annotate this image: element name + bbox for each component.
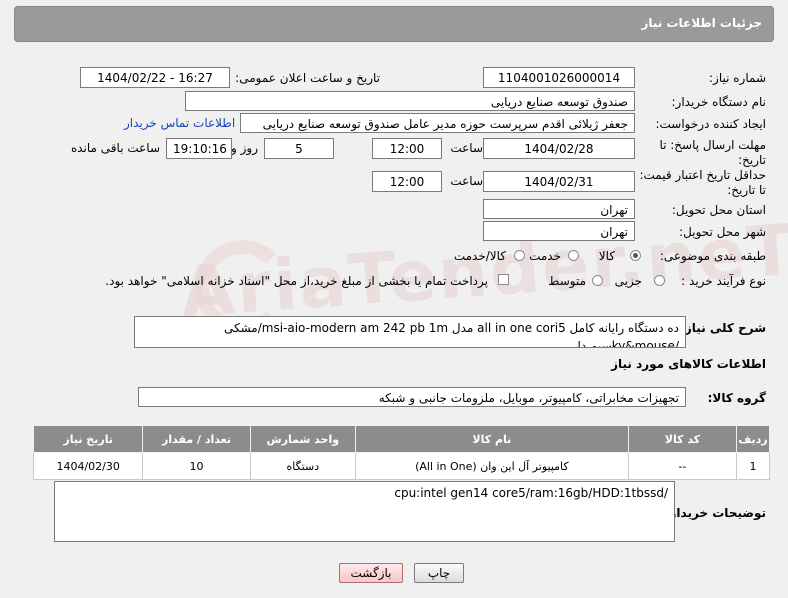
process-partial-label: جزیی bbox=[614, 274, 642, 288]
goods-section-title: اطلاعات کالاهای مورد نیاز bbox=[611, 357, 766, 371]
announce-date-field: 1404/02/22 - 16:27 bbox=[80, 67, 230, 88]
process-medium-radio[interactable] bbox=[592, 275, 603, 286]
col-unit: واحد شمارش bbox=[249, 425, 356, 453]
col-row: ردیف bbox=[736, 425, 770, 453]
validity-time-label: ساعت bbox=[450, 174, 483, 188]
province-label: استان محل تحویل: bbox=[671, 203, 766, 217]
category-goods-radio[interactable] bbox=[630, 250, 641, 261]
validity-time-field: 12:00 bbox=[372, 171, 442, 192]
requester-field: جعفر ژیلائی اقدم سرپرست حوزه مدیر عامل ص… bbox=[240, 113, 635, 133]
deadline-date-field: 1404/02/28 bbox=[483, 138, 635, 159]
print-button[interactable]: چاپ bbox=[414, 563, 464, 583]
cell-row: 1 bbox=[736, 452, 770, 480]
description-label: شرح کلی نیاز: bbox=[680, 321, 766, 335]
buyer-notes-label: توضیحات خریدار: bbox=[664, 506, 766, 520]
back-button[interactable]: بازگشت bbox=[339, 563, 403, 583]
need-number-label: شماره نیاز: bbox=[709, 71, 766, 85]
col-name: نام کالا bbox=[354, 425, 629, 453]
buyer-org-label: نام دستگاه خریدار: bbox=[671, 95, 767, 109]
deadline-time-field: 12:00 bbox=[372, 138, 442, 159]
category-both-radio[interactable] bbox=[514, 250, 525, 261]
treasury-payment-checkbox[interactable] bbox=[498, 274, 509, 285]
process-partial-radio[interactable] bbox=[654, 275, 665, 286]
col-code: کد کالا bbox=[627, 425, 738, 453]
page-title: جزئیات اطلاعات نیاز bbox=[641, 16, 762, 30]
category-goods-label: کالا bbox=[598, 249, 615, 263]
requester-label: ایجاد کننده درخواست: bbox=[655, 117, 766, 131]
goods-group-field: تجهیزات مخابراتی، کامپیوتر، موبایل، ملزو… bbox=[138, 387, 686, 407]
buyer-notes-text: cpu:intel gen14 core5/ram:16gb/HDD:1tbss… bbox=[394, 486, 668, 500]
buyer-org-field: صندوق توسعه صنایع دریایی bbox=[185, 91, 635, 111]
cell-code: -- bbox=[627, 452, 738, 480]
deadline-time-label: ساعت bbox=[450, 141, 483, 155]
cell-qty: 10 bbox=[142, 452, 251, 480]
remaining-time-label: ساعت باقی مانده bbox=[70, 141, 160, 155]
cell-unit: دستگاه bbox=[249, 452, 356, 480]
remaining-time-field: 19:10:16 bbox=[166, 138, 232, 159]
deadline-label-date: تاریخ: bbox=[738, 153, 766, 167]
items-table: ردیف کد کالا نام کالا واحد شمارش تعداد /… bbox=[32, 425, 770, 480]
buyer-contact-link[interactable]: اطلاعات تماس خریدار bbox=[124, 116, 235, 130]
treasury-payment-note: پرداخت تمام یا بخشی از مبلغ خرید،از محل … bbox=[105, 274, 488, 288]
days-label: روز و bbox=[231, 141, 258, 155]
table-header-row: ردیف کد کالا نام کالا واحد شمارش تعداد /… bbox=[32, 425, 770, 453]
province-field: تهران bbox=[483, 199, 635, 219]
process-label: نوع فرآیند خرید : bbox=[681, 274, 766, 288]
header-bar: جزئیات اطلاعات نیاز bbox=[14, 6, 774, 42]
col-qty: تعداد / مقدار bbox=[142, 425, 251, 453]
category-service-label: خدمت bbox=[529, 249, 561, 263]
city-label: شهر محل تحویل: bbox=[679, 225, 766, 239]
cell-name: کامپیوتر آل این وان (All in One) bbox=[354, 452, 629, 480]
city-field: تهران bbox=[483, 221, 635, 241]
cell-date: 1404/02/30 bbox=[32, 452, 144, 480]
days-remaining-field: 5 bbox=[264, 138, 334, 159]
col-date: تاریخ نیاز bbox=[32, 425, 144, 453]
validity-label: حداقل تاریخ اعتبار قیمت: bbox=[639, 168, 766, 182]
need-number-field: 1104001026000014 bbox=[483, 67, 635, 88]
buyer-notes-field: cpu:intel gen14 core5/ram:16gb/HDD:1tbss… bbox=[54, 481, 675, 542]
description-field: ده دستگاه رایانه کامل all in one cori5 م… bbox=[134, 316, 686, 348]
category-service-radio[interactable] bbox=[568, 250, 579, 261]
table-row: 1 -- کامپیوتر آل این وان (All in One) دس… bbox=[32, 452, 770, 480]
deadline-label: مهلت ارسال پاسخ: تا bbox=[659, 138, 766, 152]
process-medium-label: متوسط bbox=[548, 274, 586, 288]
category-label: طبقه بندی موضوعی: bbox=[659, 249, 766, 263]
validity-label-date: تا تاریخ: bbox=[727, 183, 766, 197]
goods-group-label: گروه کالا: bbox=[707, 391, 766, 405]
validity-date-field: 1404/02/31 bbox=[483, 171, 635, 192]
announce-label: تاریخ و ساعت اعلان عمومی: bbox=[235, 71, 380, 85]
category-both-label: کالا/خدمت bbox=[453, 249, 506, 263]
